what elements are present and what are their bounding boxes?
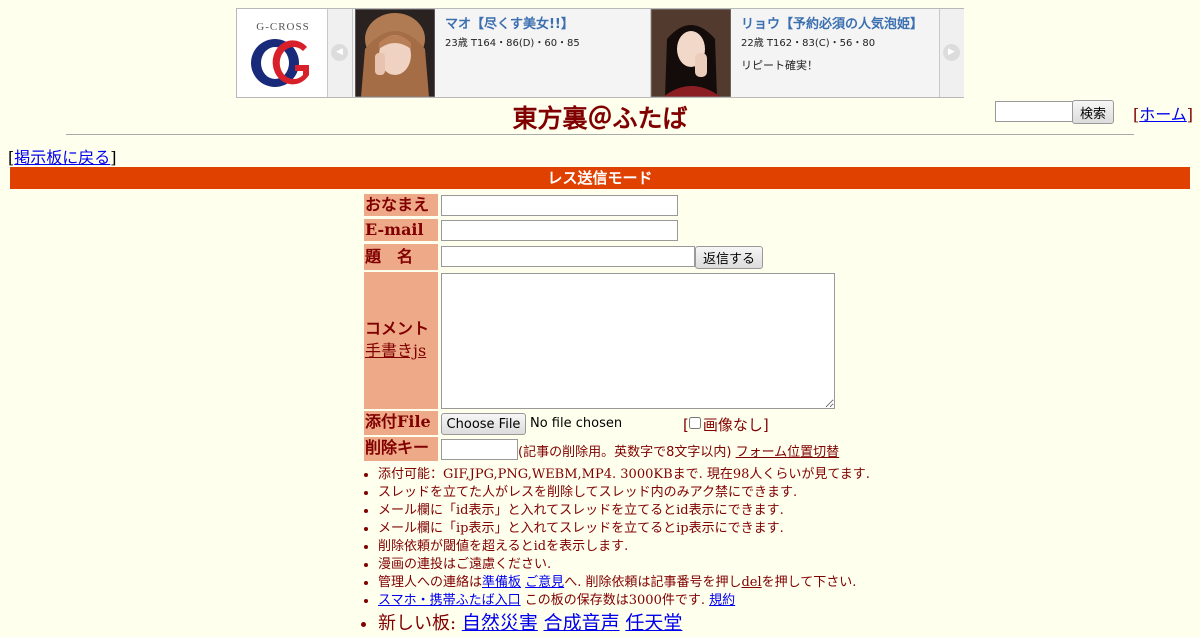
list-item: 添付可能：GIF,JPG,PNG,WEBM,MP4. 3000KBまで. 現在9… [378,466,870,484]
list-item: メール欄に「ip表示」と入れてスレッドを立てるとip表示にできます. [378,520,870,538]
delete-key-field[interactable] [441,439,518,460]
card-name[interactable]: リョウ【予約必須の人気泡姫】 [741,13,935,32]
prep-board-link[interactable]: 準備板 [482,575,521,590]
board-rules: 添付可能：GIF,JPG,PNG,WEBM,MP4. 3000KBまで. 現在9… [360,466,870,637]
bracket: ] [110,148,117,167]
list-item: スレッドを立てた人がレスを削除してスレッド内のみアク禁にできます. [378,484,870,502]
subject-field[interactable] [441,246,695,267]
form-position-toggle-link[interactable]: フォーム位置切替 [736,445,840,460]
profile-photo[interactable] [651,9,731,97]
new-boards-label: 新しい板: [378,613,457,634]
search-button[interactable]: 検索 [1072,100,1114,124]
card-name[interactable]: マオ【尽くす美女!!】 [445,13,641,32]
back-link-wrap: [掲示板に戻る] [8,144,117,168]
name-field[interactable] [441,195,678,216]
home-link-wrap: [ホーム] [1133,101,1193,125]
chevron-left-icon[interactable]: ◀ [331,44,348,61]
rule-text: この板の保存数は3000件です. [524,593,705,608]
subject-label: 題 名 [364,244,438,270]
file-status: No file chosen [530,416,623,431]
list-item: 管理人への連絡は準備板 ご意見へ. 削除依頼は記事番号を押しdelを押して下さい… [378,574,870,592]
list-item: 削除依頼が閾値を超えるとidを表示します. [378,538,870,556]
file-label: 添付File [364,411,438,435]
delete-key-label: 削除キー [364,437,438,461]
name-label: おなまえ [364,194,438,216]
list-item: スマホ・携帯ふたば入口 この板の保存数は3000件です. 規約 [378,592,870,610]
no-image-label: 画像なし [702,416,763,434]
rule-text: へ. 削除依頼は記事番号を押し [564,575,742,590]
handwrite-js-link[interactable]: 手書きjs [365,340,426,362]
submit-reply-button[interactable]: 返信する [695,246,763,269]
banner-prev[interactable]: ◀ [328,9,353,97]
rule-text: を押して下さい. [761,575,857,590]
home-link[interactable]: ホーム [1139,105,1187,124]
list-item: 新しい板: 自然災害 合成音声 任天堂 [378,610,870,637]
feedback-link[interactable]: ご意見 [525,575,564,590]
new-board-link[interactable]: 自然災害 [462,612,538,634]
comment-label-cell: コメント 手書きjs [364,272,438,409]
choose-file-button[interactable]: Choose File [441,413,526,435]
comment-textarea[interactable] [441,273,835,409]
card-stats: 22歳 T162・83(C)・56・80 [741,38,876,49]
comment-label: コメント [365,319,430,338]
bracket: ] [1186,105,1194,124]
delete-key-note: (記事の削除用。英数字で8文字以内) フォーム位置切替 [518,441,839,460]
mobile-entrance-link[interactable]: スマホ・携帯ふたば入口 [378,593,521,608]
g-cross-logo-mark [251,39,309,87]
ad-banner[interactable]: G-CROSS ◀ マオ【尽くす美女!!】 23歳 T164・86(D)・60・… [236,8,964,98]
banner-next[interactable]: ▶ [939,9,964,97]
del-link[interactable]: del [741,575,761,590]
search-input[interactable] [995,101,1074,122]
email-label: E-mail [364,219,438,241]
terms-link[interactable]: 規約 [709,593,735,608]
logo-text: G-CROSS [256,21,310,33]
no-image-checkbox[interactable] [688,417,701,429]
profile-photo[interactable] [355,9,435,97]
card-note: リピート確実！ [741,59,818,72]
card-stats: 23歳 T164・86(D)・60・85 [445,38,580,49]
list-item: メール欄に「id表示」と入れてスレッドを立てるとid表示にできます. [378,502,870,520]
no-image-option: [画像なし] [683,414,769,435]
list-item: 漫画の連投はご遠慮ください. [378,556,870,574]
g-cross-logo[interactable]: G-CROSS [237,9,328,97]
chevron-right-icon[interactable]: ▶ [943,44,960,61]
delete-key-hint: (記事の削除用。英数字で8文字以内) [518,445,732,460]
new-board-link[interactable]: 合成音声 [544,612,620,634]
reply-mode-banner: レス送信モード [10,167,1190,189]
new-board-link[interactable]: 任天堂 [625,612,682,634]
rule-text: 管理人への連絡は [378,575,483,590]
divider [66,134,1134,135]
banner-card[interactable]: マオ【尽くす美女!!】 23歳 T164・86(D)・60・85 [355,9,645,97]
banner-card[interactable]: リョウ【予約必須の人気泡姫】 22歳 T162・83(C)・56・80 リピート… [650,9,939,97]
back-to-board-link[interactable]: 掲示板に戻る [14,148,110,167]
bracket: ] [762,416,769,434]
email-field[interactable] [441,220,678,241]
